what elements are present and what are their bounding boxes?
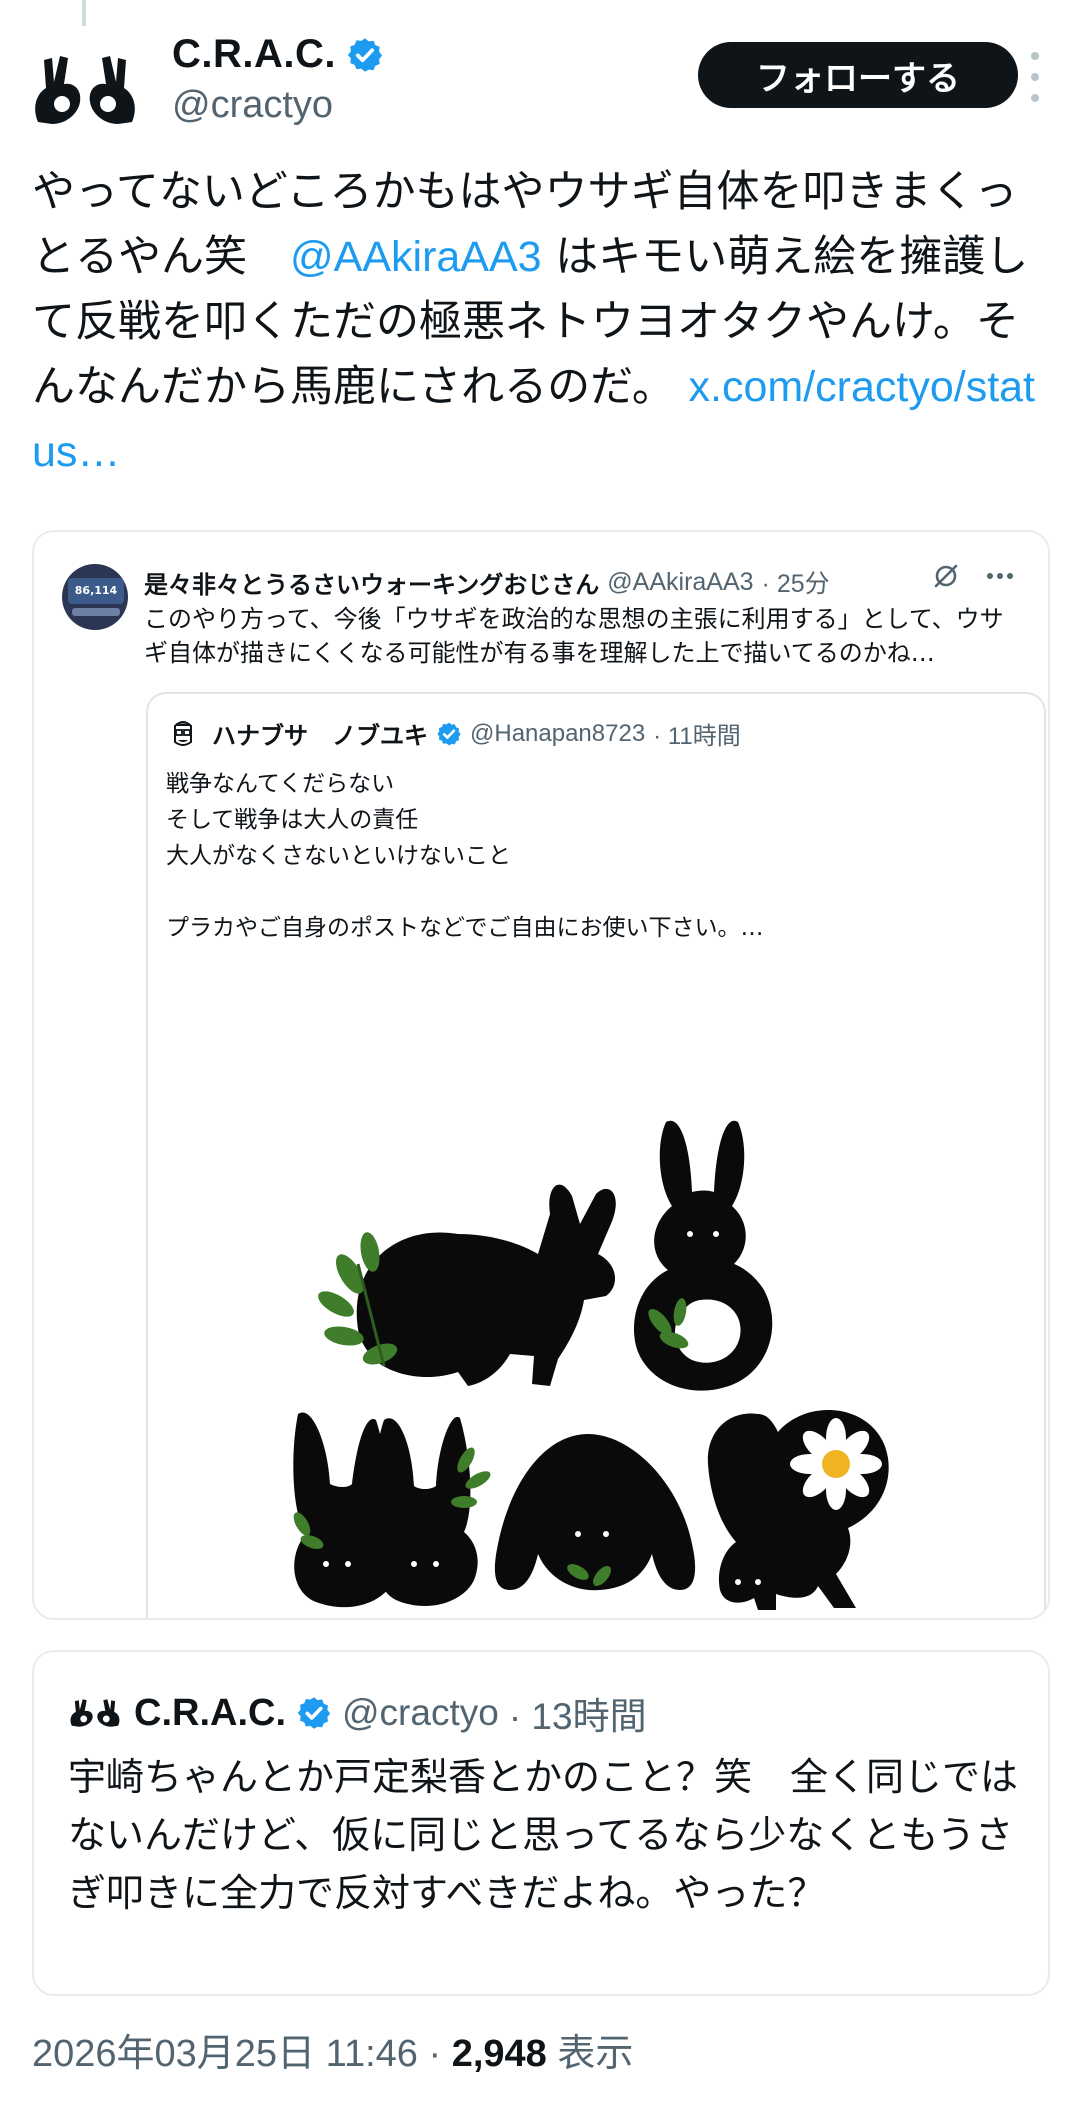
- follow-button[interactable]: フォローする: [698, 42, 1018, 108]
- avatar-progress-bar: [72, 608, 120, 616]
- more-horizontal-icon[interactable]: [986, 572, 1014, 580]
- nested-quoted-header: ハナブサ ノブユキ @Hanapan8723 · 11時間: [212, 716, 741, 751]
- tweet-footer: 2026年03月25日 11:46 · 2,948 表示: [32, 2022, 633, 2077]
- no-war-rabbit-illustration[interactable]: [288, 1114, 908, 1620]
- reply-quote-header: C.R.A.C. @cractyo · 13時間: [68, 1686, 647, 1740]
- more-vertical-icon[interactable]: [1022, 52, 1048, 102]
- nested-line: そして戦争は大人の責任: [166, 807, 419, 833]
- reply-author-name[interactable]: C.R.A.C.: [134, 1692, 286, 1735]
- reply-time: · 13時間: [508, 1696, 647, 1737]
- quoted-time: · 25分: [761, 570, 830, 598]
- quoted-tweet-text: このやり方って、今後「ウサギを政治的な思想の主張に利用する」として、ウサギ自体が…: [144, 605, 1004, 667]
- nested-author-name[interactable]: ハナブサ ノブユキ: [212, 716, 428, 751]
- rabbit-letter-a: [494, 1434, 696, 1591]
- avatar[interactable]: 86,114: [62, 564, 128, 630]
- rabbit-letter-o: [633, 1120, 773, 1391]
- ok-hands-logo-icon[interactable]: [30, 52, 140, 128]
- verified-badge-icon: [437, 722, 461, 745]
- avatar-step-count: 86,114: [68, 578, 124, 604]
- mention-link[interactable]: @AAkiraAA3: [290, 233, 542, 281]
- footer-separator: ·: [417, 2033, 452, 2075]
- reply-quote-card[interactable]: C.R.A.C. @cractyo · 13時間 宇崎ちゃんとか戸定梨香とかのこ…: [32, 1650, 1050, 1996]
- author-name[interactable]: C.R.A.C.: [172, 32, 336, 77]
- view-count[interactable]: 2,948: [452, 2033, 547, 2075]
- quoted-author-handle[interactable]: @AAkiraAA3: [607, 568, 753, 597]
- quoted-author-name[interactable]: 是々非々とうるさいウォーキングおじさん: [144, 565, 599, 600]
- timestamp[interactable]: 2026年03月25日 11:46: [32, 2033, 418, 2075]
- nested-quoted-tweet-card[interactable]: ハナブサ ノブユキ @Hanapan8723 · 11時間 戦争なんてくだらない…: [146, 692, 1046, 1620]
- rabbit-letter-r: [707, 1410, 889, 1610]
- nested-line: [166, 874, 764, 910]
- nested-quoted-text: 戦争なんてくだらない そして戦争は大人の責任 大人がなくさないといけないこと プ…: [166, 766, 764, 946]
- view-label: 表示: [546, 2033, 634, 2075]
- glasses-face-avatar-icon[interactable]: [166, 716, 200, 750]
- nested-line: 戦争なんてくだらない: [166, 771, 395, 797]
- rabbit-letter-w: [293, 1412, 491, 1608]
- reply-author-handle[interactable]: @cractyo: [342, 1692, 499, 1734]
- tweet-header: C.R.A.C. @cractyo フォローする: [30, 32, 1050, 142]
- author-handle[interactable]: @cractyo: [172, 84, 333, 127]
- rabbit-letter-n: [318, 1184, 616, 1386]
- tweet-body: やってないどころかもはやウサギ自体を叩きまくっとるやん笑 @AAkiraAA3 …: [32, 160, 1052, 485]
- quoted-tweet-card[interactable]: 86,114 是々非々とうるさいウォーキングおじさん @AAkiraAA3 · …: [32, 530, 1050, 1620]
- grok-slash-icon[interactable]: [932, 562, 960, 590]
- nested-author-handle[interactable]: @Hanapan8723: [470, 720, 645, 748]
- thread-connector-line: [82, 0, 86, 26]
- author-name-row: C.R.A.C.: [172, 32, 384, 77]
- quoted-tweet-header: 是々非々とうるさいウォーキングおじさん @AAkiraAA3 · 25分: [144, 564, 830, 600]
- nested-time: · 11時間: [653, 723, 741, 750]
- nested-line: プラカやご自身のポストなどでご自由にお使い下さい。…: [166, 915, 764, 941]
- reply-quote-text: 宇崎ちゃんとか戸定梨香とかのこと？笑 全く同じではないんだけど、仮に同じと思って…: [68, 1755, 1019, 1915]
- ok-hands-logo-icon[interactable]: [68, 1698, 122, 1728]
- verified-badge-icon: [347, 37, 383, 72]
- verified-badge-icon: [297, 1697, 331, 1729]
- nested-line: 大人がなくさないといけないこと: [166, 843, 511, 869]
- quoted-actions: [932, 562, 1014, 590]
